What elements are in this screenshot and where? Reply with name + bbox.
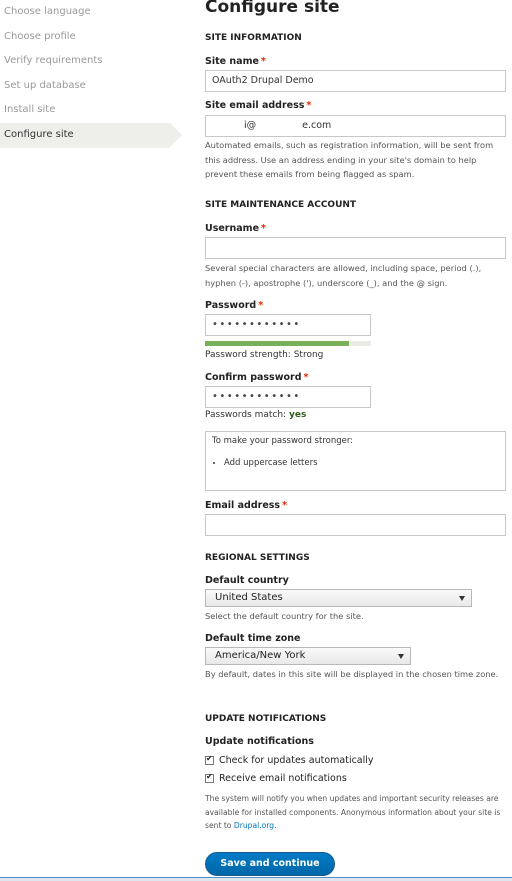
default-country-select[interactable]: United States — [205, 589, 472, 607]
default-timezone-select[interactable]: America/New York — [205, 647, 411, 665]
chevron-down-icon — [459, 596, 465, 601]
site-name-label: Site name * — [205, 56, 266, 67]
password-label: Password * — [205, 300, 264, 311]
password-suggestion-item: Add uppercase letters — [224, 458, 499, 468]
password-strength-bar — [205, 341, 371, 346]
check-updates-automatically-checkbox[interactable] — [205, 754, 214, 765]
receive-email-notifications-checkbox[interactable] — [205, 772, 214, 783]
site-email-input[interactable]: i@ e.com — [205, 115, 506, 137]
default-timezone-description: By default, dates in this site will be d… — [205, 669, 499, 679]
step-install-site: Install site — [4, 104, 56, 116]
step-set-up-database: Set up database — [4, 79, 86, 91]
default-timezone-label: Default time zone — [205, 633, 301, 644]
password-suggestions-box: To make your password stronger: Add uppe… — [205, 431, 506, 491]
section-maintenance-account: SITE MAINTENANCE ACCOUNT — [205, 200, 357, 210]
password-strength-text: Password strength: Strong — [205, 350, 324, 360]
default-country-description: Select the default country for the site. — [205, 611, 364, 621]
section-regional-settings: REGIONAL SETTINGS — [205, 553, 310, 563]
password-input[interactable]: •••••••••••• — [205, 314, 371, 336]
receive-email-notifications-label: Receive email notifications — [219, 773, 347, 784]
receive-email-notifications-row[interactable]: Receive email notifications — [205, 772, 347, 784]
step-choose-language: Choose language — [4, 6, 91, 17]
drupal-org-link[interactable]: Drupal.org — [234, 821, 274, 830]
password-suggestions-title: To make your password stronger: — [212, 436, 354, 446]
default-country-label: Default country — [205, 575, 289, 586]
site-email-label: Site email address * — [205, 100, 312, 111]
update-notifications-description: The system will notify you when updates … — [205, 794, 501, 830]
confirm-password-label: Confirm password * — [205, 372, 309, 383]
save-and-continue-button[interactable]: Save and continue — [205, 852, 335, 876]
chevron-down-icon — [398, 654, 404, 659]
update-notifications-label: Update notifications — [205, 736, 314, 747]
site-name-input[interactable]: OAuth2 Drupal Demo — [205, 70, 506, 92]
check-updates-automatically-label: Check for updates automatically — [219, 755, 374, 766]
bottom-border — [0, 877, 512, 881]
step-configure-site-active: Configure site — [0, 122, 182, 148]
password-strength-fill — [205, 341, 350, 346]
username-input[interactable] — [205, 237, 506, 259]
page-title: Configure site — [205, 0, 340, 17]
email-address-input[interactable] — [205, 514, 506, 536]
install-steps-sidebar: Choose language Choose profile Verify re… — [0, 0, 182, 148]
check-updates-automatically-row[interactable]: Check for updates automatically — [205, 754, 374, 766]
username-label: Username * — [205, 223, 266, 234]
password-match-text: Passwords match: yes — [205, 410, 307, 420]
email-address-label: Email address * — [205, 500, 288, 511]
step-verify-requirements: Verify requirements — [4, 55, 103, 67]
step-choose-profile: Choose profile — [4, 30, 76, 42]
confirm-password-input[interactable]: •••••••••••• — [205, 386, 371, 408]
section-site-information: SITE INFORMATION — [205, 33, 302, 43]
site-email-description: Automated emails, such as registration i… — [205, 140, 494, 179]
username-description: Several special characters are allowed, … — [205, 263, 482, 288]
section-update-notifications: UPDATE NOTIFICATIONS — [205, 714, 327, 724]
